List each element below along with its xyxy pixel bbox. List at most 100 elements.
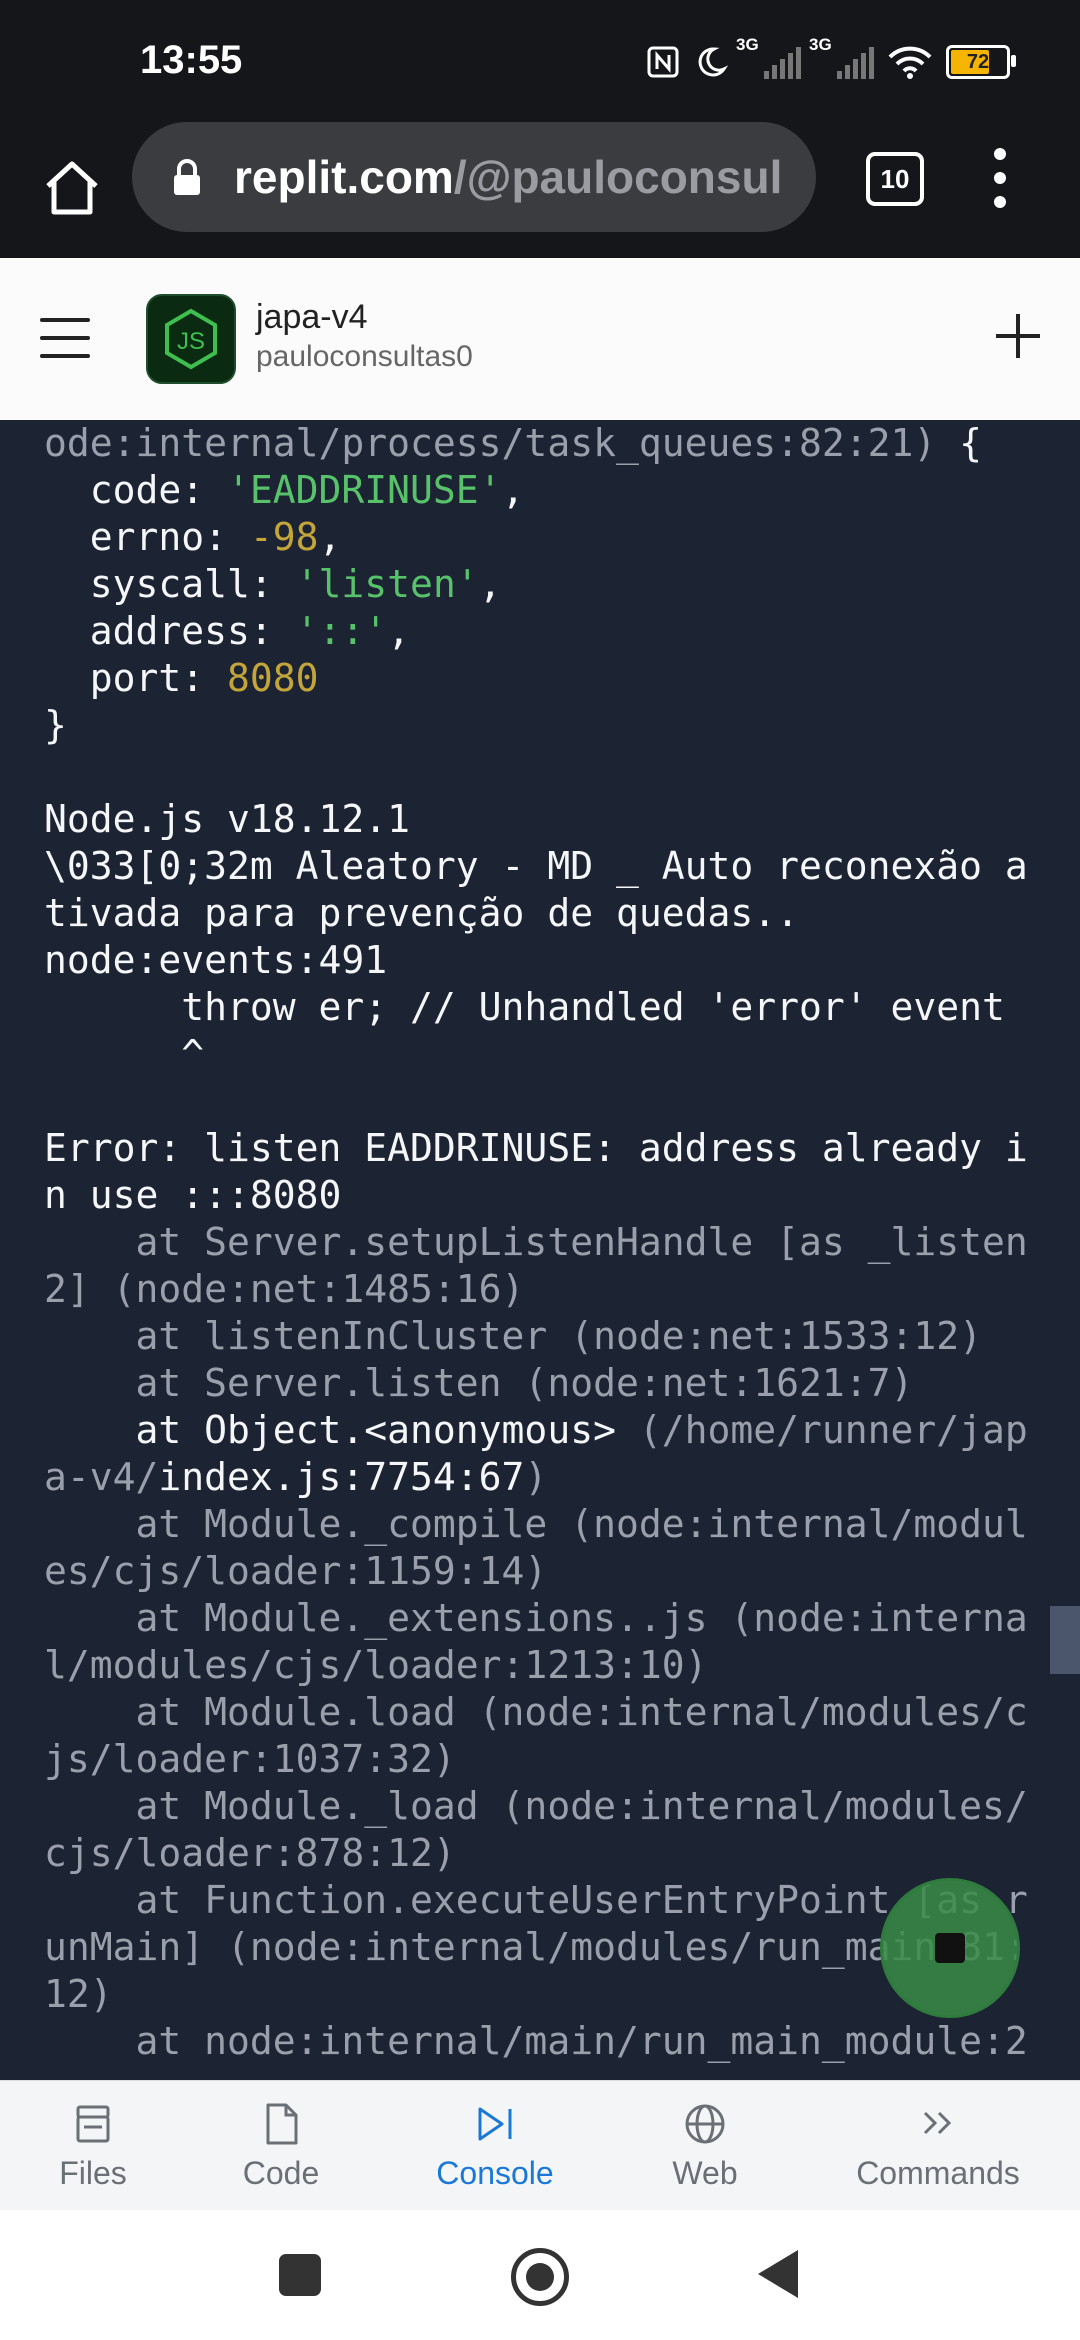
url-text: replit.com/@pauloconsul xyxy=(234,151,783,203)
console-line: \033[0;32m Aleatory - MD _ Auto reconexã… xyxy=(44,843,1080,890)
console-token: es/cjs/loader:1159:14) xyxy=(44,1549,548,1593)
console-text: ode:internal/process/task_queues:82:21) … xyxy=(0,420,1080,2065)
console-line: port: 8080 xyxy=(44,655,1080,702)
home-icon[interactable] xyxy=(40,156,104,220)
repl-owner[interactable]: pauloconsultas0 xyxy=(256,340,473,374)
scrollbar-thumb[interactable] xyxy=(1050,1606,1080,1674)
console-token: { xyxy=(936,421,983,465)
bottom-nav: Files Code Console Web Commands xyxy=(0,2080,1080,2211)
nav-code[interactable]: Code xyxy=(236,2081,326,2211)
clock: 13:55 xyxy=(140,38,243,82)
console-token: tivada para prevenção de quedas.. xyxy=(44,891,799,935)
globe-icon xyxy=(685,2104,725,2144)
console-line: l/modules/cjs/loader:1213:10) xyxy=(44,1642,1080,1689)
console-line: tivada para prevenção de quedas.. xyxy=(44,890,1080,937)
battery-percent: 72 xyxy=(966,50,990,73)
console-token: -98 xyxy=(249,515,319,559)
console-line: Error: listen EADDRINUSE: address alread… xyxy=(44,1125,1080,1172)
nav-console[interactable]: Console xyxy=(430,2081,560,2211)
console-line: ^ xyxy=(44,1031,1080,1078)
lock-icon xyxy=(174,159,200,195)
console-token: at Module.load (node:internal/modules/c xyxy=(44,1690,1028,1734)
console-token: , xyxy=(318,515,342,559)
svg-text:JS: JS xyxy=(177,328,205,355)
console-line: n use :::8080 xyxy=(44,1172,1080,1219)
status-icons: 3G 3G 72 xyxy=(646,35,1016,86)
console-token: 12) xyxy=(44,1972,113,2016)
back-button[interactable] xyxy=(758,2250,798,2298)
file-icon xyxy=(266,2103,298,2145)
stop-icon xyxy=(935,1933,965,1963)
console-icon xyxy=(478,2107,512,2141)
console-token: at Module._compile (node:internal/modul xyxy=(44,1502,1028,1546)
console-token: errno: xyxy=(44,515,250,559)
tab-switcher-button[interactable]: 10 xyxy=(866,152,924,206)
console-token: throw er; // Unhandled 'error' event xyxy=(44,985,1005,1029)
console-token: cjs/loader:878:12) xyxy=(44,1831,456,1875)
console-token: syscall: xyxy=(44,562,296,606)
console-token: index.js:7754:67 xyxy=(158,1455,525,1499)
console-token: 'EADDRINUSE' xyxy=(227,468,502,512)
repl-name[interactable]: japa-v4 xyxy=(256,298,368,337)
console-token: , xyxy=(501,468,525,512)
do-not-disturb-moon-icon xyxy=(698,47,728,77)
stop-button[interactable] xyxy=(880,1878,1020,2018)
console-line: at Server.setupListenHandle [as _listen xyxy=(44,1219,1080,1266)
nodejs-logo: JS xyxy=(146,294,236,384)
console-line: cjs/loader:878:12) xyxy=(44,1830,1080,1877)
battery-icon: 72 xyxy=(946,45,1016,79)
plus-icon[interactable] xyxy=(996,314,1040,358)
system-navigation-bar xyxy=(0,2210,1080,2340)
console-token: n use :::8080 xyxy=(44,1173,342,1217)
console-line: throw er; // Unhandled 'error' event xyxy=(44,984,1080,1031)
console-token: at node:internal/main/run_main_module:2 xyxy=(44,2019,1028,2063)
console-line: at node:internal/main/run_main_module:2 xyxy=(44,2018,1080,2065)
browser-toolbar: replit.com/@pauloconsul 10 xyxy=(0,118,1080,258)
nav-web[interactable]: Web xyxy=(660,2081,750,2211)
console-line: at Module._compile (node:internal/modul xyxy=(44,1501,1080,1548)
console-token: Node.js v18.12.1 xyxy=(44,797,411,841)
nfc-icon xyxy=(647,46,679,78)
console-token: l/modules/cjs/loader:1213:10) xyxy=(44,1643,708,1687)
console-token: at listenInCluster (node:net:1533:12) xyxy=(44,1314,983,1358)
console-token: at Function.executeUserEntryPoint [as r xyxy=(44,1878,1028,1922)
console-token: (/home/runner/jap xyxy=(638,1408,1028,1452)
console-line: syscall: 'listen', xyxy=(44,561,1080,608)
console-line: node:events:491 xyxy=(44,937,1080,984)
recents-button[interactable] xyxy=(279,2254,321,2296)
console-token: } xyxy=(44,703,67,747)
console-line: errno: -98, xyxy=(44,514,1080,561)
console-line: at Module.load (node:internal/modules/c xyxy=(44,1689,1080,1736)
console-line: at listenInCluster (node:net:1533:12) xyxy=(44,1313,1080,1360)
repl-header: JS japa-v4 pauloconsultas0 xyxy=(0,258,1080,420)
console-token: '::' xyxy=(295,609,388,653)
console-token: Error: listen EADDRINUSE: address alread… xyxy=(44,1126,1028,1170)
console-output[interactable]: ode:internal/process/task_queues:82:21) … xyxy=(0,420,1080,2080)
console-line: at Object.<anonymous> (/home/runner/jap xyxy=(44,1407,1080,1454)
nav-files[interactable]: Files xyxy=(48,2081,138,2211)
console-token: , xyxy=(387,609,411,653)
signal-1-icon: 3G xyxy=(736,35,801,79)
files-icon xyxy=(76,2105,110,2143)
console-token: \033[0;32m Aleatory - MD _ Auto reconexã… xyxy=(44,844,1028,888)
console-token: address: xyxy=(44,609,296,653)
home-button[interactable] xyxy=(511,2248,569,2306)
console-token: port: xyxy=(44,656,228,700)
hamburger-menu-icon[interactable] xyxy=(40,318,90,358)
address-bar[interactable]: replit.com/@pauloconsul xyxy=(132,122,816,232)
console-line: js/loader:1037:32) xyxy=(44,1736,1080,1783)
nav-commands[interactable]: Commands xyxy=(848,2081,1028,2211)
signal-2-icon: 3G xyxy=(809,35,874,79)
js-hexagon-icon: JS xyxy=(165,308,217,370)
console-line: code: 'EADDRINUSE', xyxy=(44,467,1080,514)
console-token: at Module._load (node:internal/modules/ xyxy=(44,1784,1028,1828)
console-token: 'listen' xyxy=(295,562,479,606)
console-token: 2] (node:net:1485:16) xyxy=(44,1267,525,1311)
console-token: a-v4/ xyxy=(44,1455,159,1499)
console-line: at Module._load (node:internal/modules/ xyxy=(44,1783,1080,1830)
console-token: at Object.<anonymous> xyxy=(44,1408,639,1452)
console-token: ode:internal/process/task_queues:82:21) xyxy=(44,421,937,465)
browser-menu-icon[interactable] xyxy=(990,148,1010,208)
